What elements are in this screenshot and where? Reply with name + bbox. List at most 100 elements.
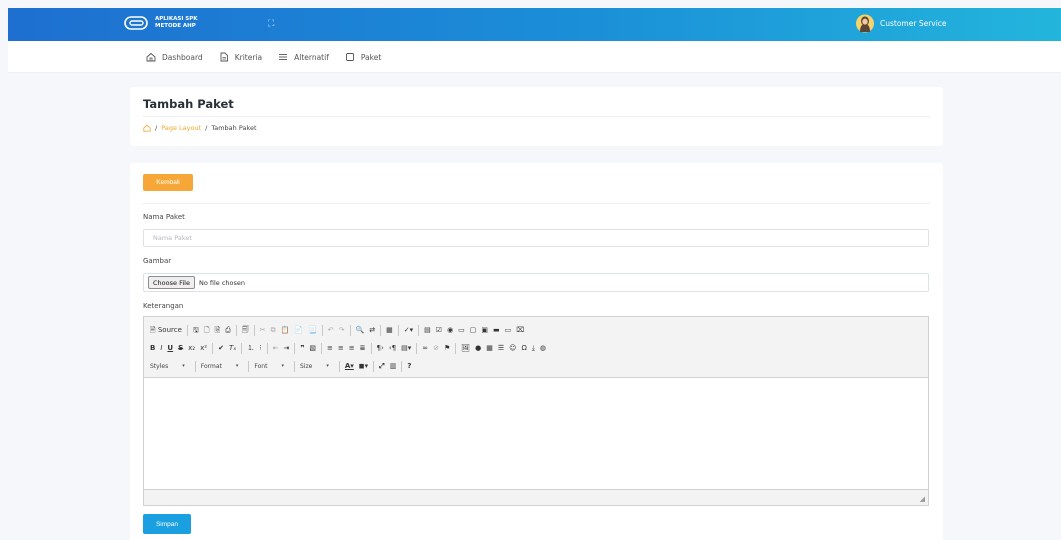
home-icon[interactable]: [143, 124, 151, 132]
horizontal-line-icon[interactable]: ☰: [498, 343, 504, 353]
gambar-file-input[interactable]: Choose File No file chosen: [143, 273, 929, 292]
numbered-list-icon[interactable]: ⒈: [247, 343, 254, 353]
save-button[interactable]: Simpan: [143, 514, 191, 534]
image-button-icon[interactable]: ▭: [505, 325, 512, 335]
textarea-icon[interactable]: ▢: [470, 325, 477, 335]
toolbar-separator: [401, 360, 403, 372]
nav-item-kriteria[interactable]: Kriteria: [219, 52, 262, 62]
templates-icon[interactable]: 🗐: [242, 325, 249, 335]
redo-icon[interactable]: ↷: [339, 325, 345, 335]
align-left-icon[interactable]: ≡: [327, 343, 333, 353]
find-icon[interactable]: 🔍: [356, 325, 365, 335]
editor-content-area[interactable]: [144, 378, 928, 489]
text-color-icon[interactable]: A▾: [345, 361, 354, 371]
unlink-icon[interactable]: ⊘: [433, 343, 439, 353]
toolbar-separator: [416, 342, 418, 354]
print-icon[interactable]: ⎙: [225, 325, 231, 335]
button-field-icon[interactable]: ▬: [493, 325, 500, 335]
special-char-icon[interactable]: Ω: [521, 343, 526, 353]
toolbar-separator: [294, 342, 296, 354]
back-button[interactable]: Kembali: [143, 174, 193, 191]
fullscreen-icon[interactable]: ⛶: [268, 19, 274, 29]
paste-icon[interactable]: 📋: [281, 325, 290, 335]
app-logo[interactable]: APLIKASI SPK METODE AHP: [124, 15, 198, 31]
flash-icon[interactable]: ●: [475, 343, 481, 353]
breadcrumb-separator: /: [155, 124, 158, 132]
table-icon[interactable]: ▦: [486, 343, 493, 353]
toolbar-row: 🗎 Source 🖫 🗋 🗟 ⎙ 🗐 ✂ ⧉ 📋 📄 📃 ↶ ↷ 🔍 ⇄ ▦ ✓…: [150, 321, 922, 339]
subscript-icon[interactable]: x₂: [188, 343, 195, 353]
align-right-icon[interactable]: ≡: [349, 343, 355, 353]
styles-dropdown[interactable]: Styles ▾: [150, 363, 185, 370]
align-center-icon[interactable]: ≡: [338, 343, 344, 353]
undo-icon[interactable]: ↶: [328, 325, 334, 335]
italic-icon[interactable]: I: [160, 343, 162, 353]
toolbar-row: Styles ▾ Format ▾ Font ▾ Size ▾ A▾ ◼▾ ⤢ ▥ ?: [150, 357, 922, 375]
anchor-icon[interactable]: ⚑: [444, 343, 450, 353]
textfield-icon[interactable]: ▭: [458, 325, 465, 335]
save-icon[interactable]: 🖫: [193, 325, 199, 335]
user-menu[interactable]: Customer Service: [856, 14, 947, 33]
nav-item-label: Paket: [360, 52, 382, 62]
hidden-field-icon[interactable]: ⌧: [516, 325, 524, 335]
user-name: Customer Service: [880, 19, 947, 28]
replace-icon[interactable]: ⇄: [369, 325, 375, 335]
maximize-icon[interactable]: ⤢: [379, 361, 385, 371]
underline-icon[interactable]: U: [167, 343, 173, 353]
nav-item-dashboard[interactable]: Dashboard: [146, 52, 203, 62]
copy-icon[interactable]: ⧉: [271, 325, 276, 335]
paste-text-icon[interactable]: 📄: [294, 325, 303, 335]
toolbar-separator: [321, 324, 323, 336]
div-container-icon[interactable]: ▧: [309, 343, 316, 353]
indent-icon[interactable]: ⇥: [283, 343, 289, 353]
iframe-icon[interactable]: ◍: [540, 343, 546, 353]
logo-icon: [124, 16, 148, 30]
format-dropdown[interactable]: Format ▾: [201, 363, 239, 370]
nav-item-paket[interactable]: Paket: [345, 52, 381, 62]
source-button[interactable]: 🗎 Source: [150, 325, 182, 335]
nav-item-alternatif[interactable]: Alternatif: [278, 52, 329, 62]
choose-file-button[interactable]: Choose File: [148, 276, 195, 289]
divider: [143, 203, 930, 204]
page-break-icon[interactable]: ⤓: [532, 343, 535, 353]
size-dropdown[interactable]: Size ▾: [300, 363, 329, 370]
bold-icon[interactable]: B: [150, 343, 155, 353]
outdent-icon[interactable]: ⇤: [273, 343, 279, 353]
cut-icon[interactable]: ✂: [260, 325, 266, 335]
image-icon[interactable]: 🖼: [461, 343, 470, 353]
radio-icon[interactable]: ◉: [447, 325, 453, 335]
smiley-icon[interactable]: ☺: [509, 343, 516, 353]
spellcheck-icon[interactable]: ✓▾: [404, 325, 413, 335]
remove-format-icon[interactable]: Tₓ: [229, 343, 236, 353]
combo-label: Size: [299, 362, 313, 370]
new-page-icon[interactable]: 🗋: [204, 325, 210, 335]
language-icon[interactable]: ▤▾: [401, 343, 411, 353]
copy-format-icon[interactable]: ✔: [218, 343, 224, 353]
show-blocks-icon[interactable]: ▥: [390, 361, 397, 371]
blockquote-icon[interactable]: ❞: [300, 343, 304, 353]
chevron-down-icon: ▾: [235, 363, 239, 369]
select-all-icon[interactable]: ▦: [386, 325, 393, 335]
superscript-icon[interactable]: x²: [200, 343, 207, 353]
resize-handle-icon[interactable]: ◢: [920, 495, 925, 503]
link-icon[interactable]: ∞: [422, 343, 428, 353]
checkbox-icon[interactable]: ☑: [436, 325, 442, 335]
nav-item-label: Alternatif: [294, 52, 329, 62]
ltr-icon[interactable]: ¶›: [377, 343, 384, 353]
nama-paket-input[interactable]: [143, 229, 929, 247]
background-color-icon[interactable]: ◼▾: [359, 361, 368, 371]
paste-word-icon[interactable]: 📃: [308, 325, 317, 335]
select-field-icon[interactable]: ▣: [481, 325, 488, 335]
about-button[interactable]: ?: [407, 361, 411, 371]
strikethrough-icon[interactable]: S: [178, 343, 183, 353]
font-dropdown[interactable]: Font ▾: [254, 363, 284, 370]
bulleted-list-icon[interactable]: ⁝: [259, 343, 261, 353]
main-navbar: Dashboard Kriteria Alternatif Paket: [8, 41, 1061, 73]
toolbar-separator: [455, 342, 457, 354]
form-icon[interactable]: ▤: [424, 325, 431, 335]
breadcrumb-link-page-layout[interactable]: Page Layout: [161, 124, 201, 132]
preview-icon[interactable]: 🗟: [215, 325, 221, 335]
justify-icon[interactable]: ≣: [360, 343, 366, 353]
rtl-icon[interactable]: ‹¶: [389, 343, 396, 353]
toolbar-separator: [380, 324, 382, 336]
